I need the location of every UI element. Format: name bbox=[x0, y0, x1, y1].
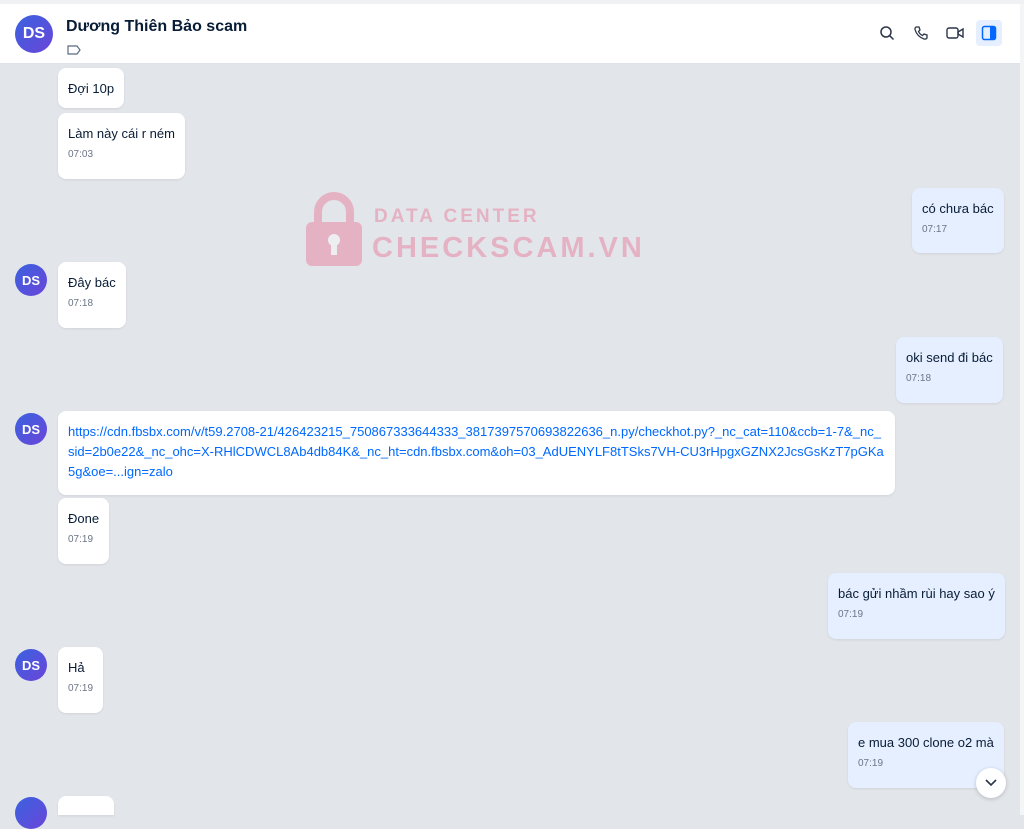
scroll-to-bottom-button[interactable] bbox=[976, 768, 1006, 798]
message-outgoing[interactable]: oki send đi bác 07:18 bbox=[896, 337, 1003, 403]
message-time: 07:18 bbox=[906, 373, 932, 384]
message-text: Làm này cái r ném bbox=[68, 126, 175, 141]
watermark-line2: CHECKSCAM.VN bbox=[372, 232, 645, 264]
message-outgoing[interactable]: có chưa bác 07:17 bbox=[912, 188, 1004, 253]
video-call-icon[interactable] bbox=[942, 20, 968, 46]
message-text: có chưa bác bbox=[922, 201, 994, 216]
message-text: oki send đi bác bbox=[906, 350, 993, 365]
message-link[interactable]: https://cdn.fbsbx.com/v/t59.2708-21/4264… bbox=[58, 411, 895, 495]
sender-avatar-initials: DS bbox=[21, 272, 41, 288]
message-incoming[interactable]: Hả 07:19 bbox=[58, 647, 104, 713]
message-incoming[interactable]: Làm này cái r ném 07:03 bbox=[58, 113, 185, 179]
header-actions bbox=[874, 20, 1002, 46]
lock-icon bbox=[306, 192, 362, 266]
message-text: Hả bbox=[68, 660, 85, 675]
message-incoming-partial[interactable] bbox=[58, 796, 114, 815]
contact-avatar-initials: DS bbox=[22, 25, 46, 42]
message-outgoing[interactable]: bác gửi nhầm rùi hay sao ý 07:19 bbox=[828, 573, 1005, 639]
chat-header: DS Dương Thiên Bảo scam bbox=[0, 4, 1020, 64]
sender-avatar[interactable]: DS bbox=[15, 649, 47, 681]
message-text: bác gửi nhầm rùi hay sao ý bbox=[838, 586, 995, 601]
message-time: 07:19 bbox=[838, 609, 864, 620]
sender-avatar-initials: DS bbox=[21, 657, 41, 673]
message-time: 07:17 bbox=[922, 224, 948, 235]
message-text: Đợi 10p bbox=[68, 81, 115, 96]
chevron-down-icon bbox=[985, 779, 997, 787]
message-incoming[interactable]: Đây bác 07:18 bbox=[58, 262, 126, 328]
contact-name[interactable]: Dương Thiên Bảo scam bbox=[66, 18, 247, 36]
search-icon[interactable] bbox=[874, 20, 900, 46]
phone-icon[interactable] bbox=[908, 20, 934, 46]
message-time: 07:19 bbox=[858, 758, 884, 769]
message-time: 07:18 bbox=[68, 298, 94, 309]
sender-avatar[interactable] bbox=[15, 797, 47, 829]
watermark: DATA CENTER CHECKSCAM.VN bbox=[304, 190, 644, 270]
message-incoming[interactable]: Đợi 10p bbox=[58, 68, 125, 108]
watermark-line1: DATA CENTER bbox=[374, 206, 540, 227]
sender-avatar[interactable]: DS bbox=[15, 413, 47, 445]
message-time: 07:03 bbox=[68, 149, 94, 160]
message-text: e mua 300 clone o2 mà bbox=[858, 735, 994, 750]
tag-icon[interactable] bbox=[67, 42, 81, 60]
scroll-track[interactable] bbox=[1020, 4, 1024, 815]
message-incoming[interactable]: Đone 07:19 bbox=[58, 498, 110, 564]
message-text: Đone bbox=[68, 511, 100, 526]
message-link-url[interactable]: https://cdn.fbsbx.com/v/t59.2708-21/4264… bbox=[68, 422, 885, 482]
message-time: 07:19 bbox=[68, 534, 94, 545]
message-text: Đây bác bbox=[68, 275, 116, 290]
message-time: 07:19 bbox=[68, 683, 94, 694]
sender-avatar-initials: DS bbox=[21, 421, 41, 437]
sender-avatar[interactable]: DS bbox=[15, 264, 47, 296]
side-panel-icon[interactable] bbox=[976, 20, 1002, 46]
contact-avatar[interactable]: DS bbox=[15, 15, 53, 53]
